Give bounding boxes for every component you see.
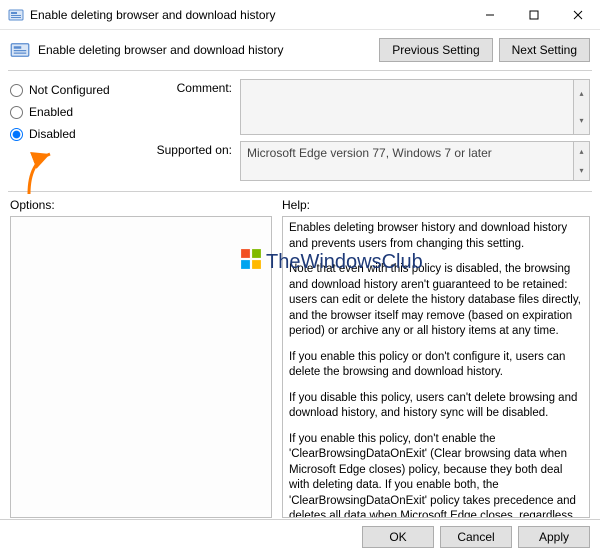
comment-spinner[interactable]: ▴ ▾ xyxy=(573,80,589,134)
help-paragraph: Note that even with this policy is disab… xyxy=(289,262,583,340)
help-paragraph: Enables deleting browser history and dow… xyxy=(289,221,583,252)
dialog-footer: OK Cancel Apply xyxy=(0,519,600,554)
comment-label: Comment: xyxy=(150,79,240,135)
supported-on-value: Microsoft Edge version 77, Windows 7 or … xyxy=(247,146,492,160)
help-text: Enables deleting browser history and dow… xyxy=(289,221,583,518)
chevron-down-icon[interactable]: ▾ xyxy=(574,107,589,134)
close-button[interactable] xyxy=(556,0,600,30)
apply-button[interactable]: Apply xyxy=(518,526,590,548)
radio-disabled-input[interactable] xyxy=(10,128,23,141)
chevron-down-icon[interactable]: ▾ xyxy=(574,161,589,180)
help-label: Help: xyxy=(282,198,590,212)
supported-on-label: Supported on: xyxy=(150,141,240,181)
radio-enabled[interactable]: Enabled xyxy=(10,105,150,119)
titlebar: Enable deleting browser and download his… xyxy=(0,0,600,30)
lower-pane: Options: Help: Enables deleting browser … xyxy=(0,192,600,518)
chevron-up-icon[interactable]: ▴ xyxy=(574,80,589,107)
radio-not-configured-input[interactable] xyxy=(10,84,23,97)
cancel-button[interactable]: Cancel xyxy=(440,526,512,548)
supported-spinner[interactable]: ▴ ▾ xyxy=(573,142,589,180)
radio-label: Enabled xyxy=(29,105,73,119)
options-panel[interactable] xyxy=(10,216,272,518)
supported-on-field: Microsoft Edge version 77, Windows 7 or … xyxy=(240,141,590,181)
radio-label: Not Configured xyxy=(29,83,110,97)
comment-field[interactable]: ▴ ▾ xyxy=(240,79,590,135)
radio-label: Disabled xyxy=(29,127,76,141)
previous-setting-button[interactable]: Previous Setting xyxy=(379,38,492,62)
maximize-button[interactable] xyxy=(512,0,556,30)
policy-title: Enable deleting browser and download his… xyxy=(38,43,379,57)
policy-icon xyxy=(10,40,30,60)
help-paragraph: If you enable this policy, don't enable … xyxy=(289,432,583,518)
radio-not-configured[interactable]: Not Configured xyxy=(10,83,150,97)
ok-button[interactable]: OK xyxy=(362,526,434,548)
next-setting-button[interactable]: Next Setting xyxy=(499,38,590,62)
help-panel[interactable]: Enables deleting browser history and dow… xyxy=(282,216,590,518)
radio-disabled[interactable]: Disabled xyxy=(10,127,150,141)
chevron-up-icon[interactable]: ▴ xyxy=(574,142,589,161)
config-area: Not Configured Enabled Disabled Comment:… xyxy=(0,71,600,191)
help-paragraph: If you enable this policy or don't confi… xyxy=(289,350,583,381)
help-paragraph: If you disable this policy, users can't … xyxy=(289,391,583,422)
policy-icon xyxy=(8,7,24,23)
header-row: Enable deleting browser and download his… xyxy=(0,30,600,70)
minimize-button[interactable] xyxy=(468,0,512,30)
options-label: Options: xyxy=(10,198,272,212)
state-radios: Not Configured Enabled Disabled xyxy=(10,79,150,187)
radio-enabled-input[interactable] xyxy=(10,106,23,119)
window-title: Enable deleting browser and download his… xyxy=(30,8,468,22)
